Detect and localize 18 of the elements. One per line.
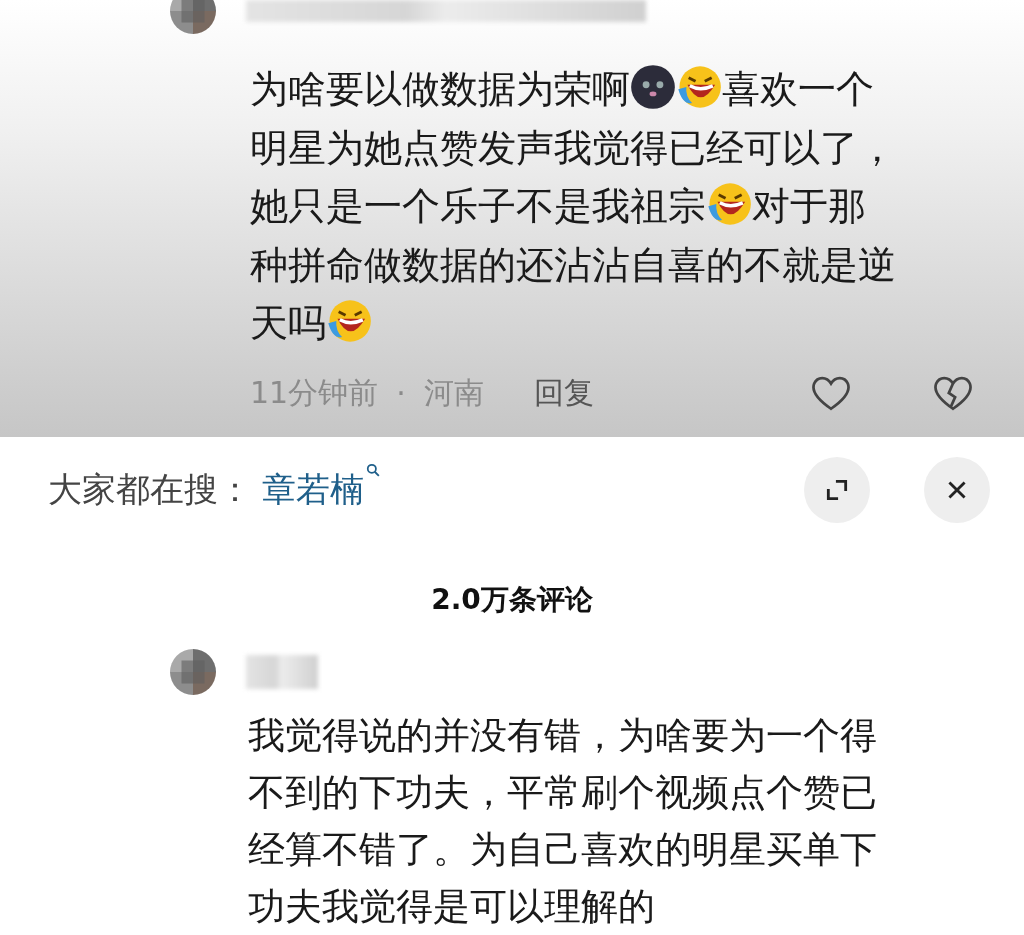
broken-heart-icon[interactable] (932, 374, 974, 412)
comment-location: 河南 (423, 373, 484, 412)
dark-face-icon (630, 64, 676, 110)
search-link[interactable]: 章若楠 (262, 467, 364, 513)
comment-count: 2.0万条评论 (430, 582, 594, 618)
comment-text: 为啥要以做数据为荣啊 喜欢一个 明星为她点赞发声我觉得已经可以了， 她只是一个乐子不是我祖宗 对于那 种拼命做数据的还沾沾自喜的不就是逆 天吗 (250, 60, 1024, 353)
comment-text: 我觉得说的并没有错，为啥要为一个得 不到的下功夫，平常刷个视频点个赞已 经算不错了。为自己喜欢的明星买单下 功夫我觉得是可以理解的 (248, 713, 878, 930)
blurred-name (246, 655, 318, 689)
reply-button[interactable]: 回复 (533, 372, 594, 414)
expand-icon (824, 477, 850, 503)
search-icon[interactable] (366, 463, 380, 477)
search-label: 大家都在搜： (48, 468, 252, 511)
laughing-crying-face-icon (676, 64, 722, 110)
separator-dot: · (396, 375, 406, 411)
laughing-crying-face-icon (706, 181, 752, 227)
heart-icon[interactable] (810, 374, 852, 412)
comment-time: 11分钟前 (250, 373, 379, 412)
laughing-crying-face-icon (326, 298, 372, 344)
